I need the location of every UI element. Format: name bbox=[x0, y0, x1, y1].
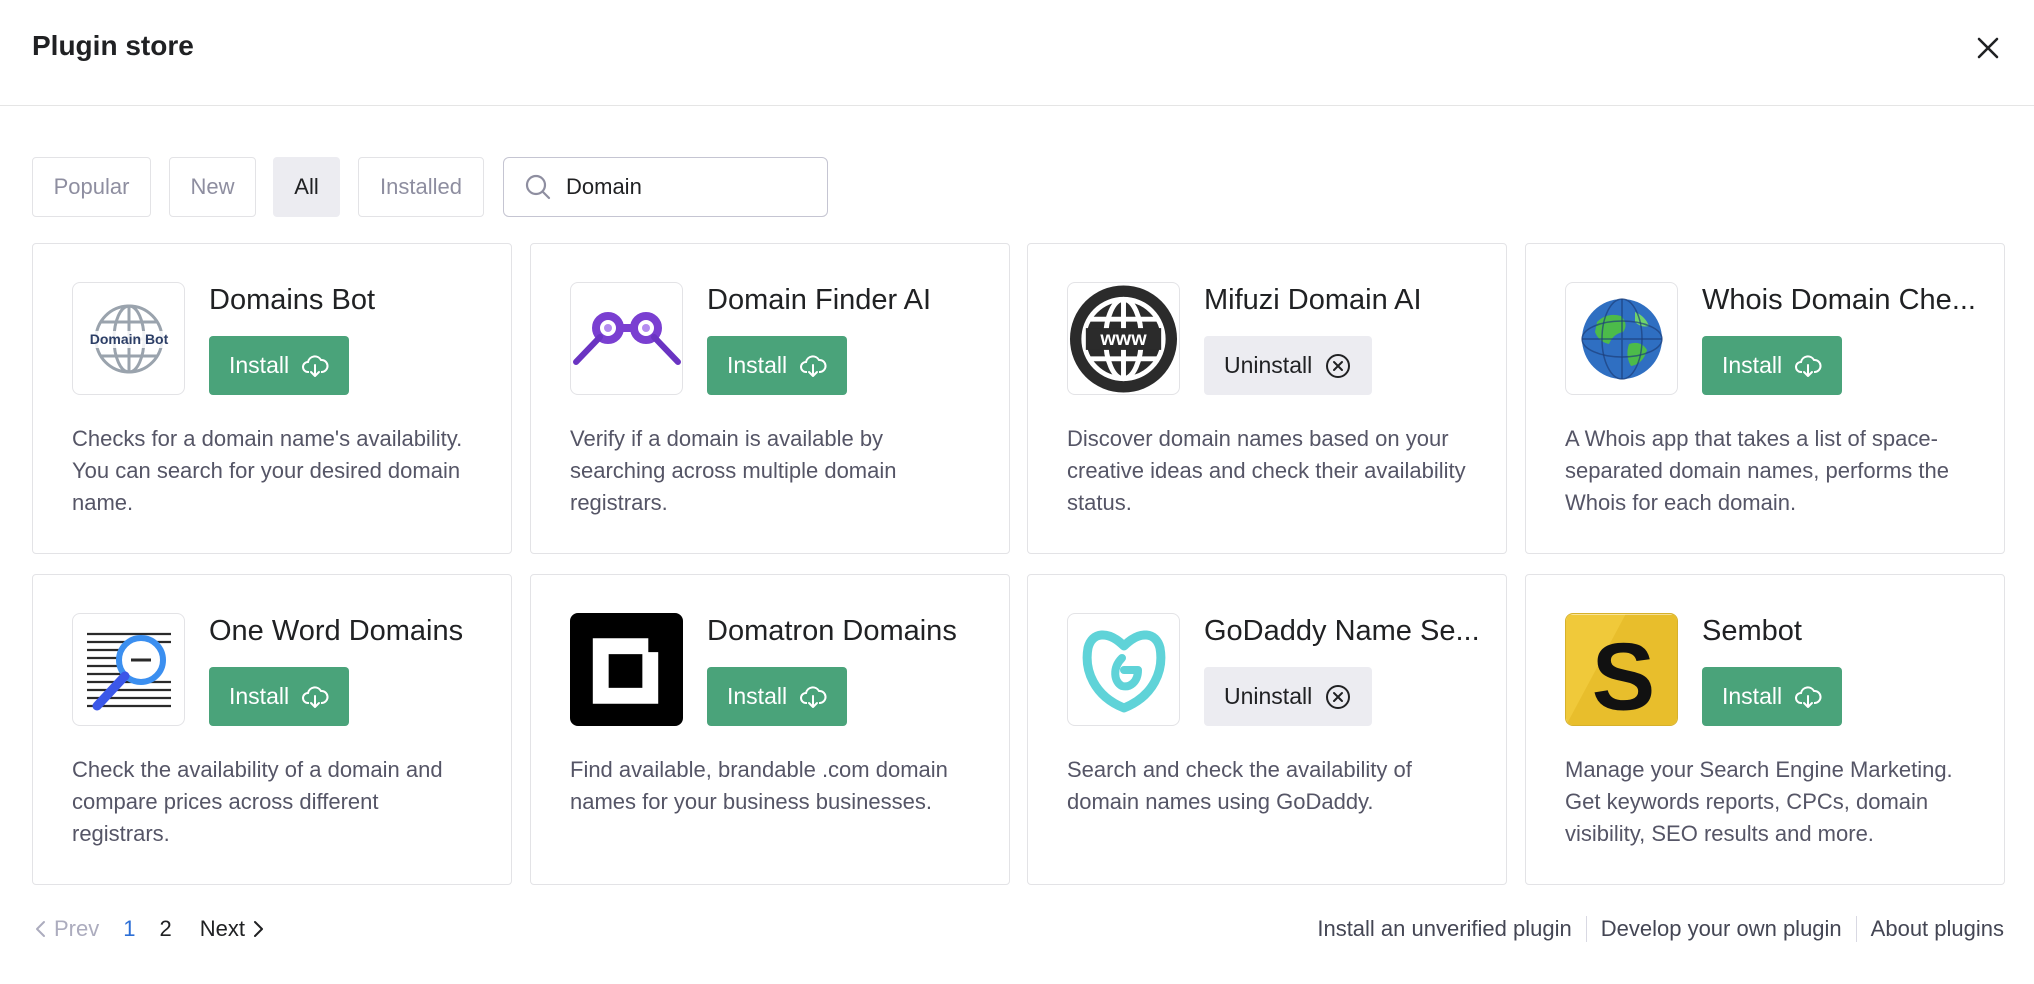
page-2-button[interactable]: 2 bbox=[160, 916, 172, 942]
divider bbox=[1585, 916, 1587, 942]
plugin-description: Check the availability of a domain and c… bbox=[72, 757, 443, 846]
button-label: Install bbox=[1722, 683, 1783, 709]
install-button[interactable]: Install bbox=[707, 667, 848, 726]
plugin-card: S Sembot Install Manage your Search Engi… bbox=[1525, 574, 2005, 885]
search-icon bbox=[525, 174, 551, 200]
plugin-card: GoDaddy Name Se... Uninstall Search and … bbox=[1027, 574, 1507, 885]
cloud-download-icon bbox=[800, 685, 827, 708]
plugin-description: A Whois app that takes a list of space-s… bbox=[1565, 426, 1949, 515]
develop-own-plugin-link[interactable]: Develop your own plugin bbox=[1601, 916, 1842, 942]
svg-text:www: www bbox=[1099, 327, 1147, 349]
plugin-description: Discover domain names based on your crea… bbox=[1067, 426, 1466, 515]
magnifier-document-icon bbox=[72, 613, 185, 726]
uninstall-button[interactable]: Uninstall bbox=[1204, 336, 1373, 395]
button-label: Uninstall bbox=[1224, 683, 1313, 709]
plugin-card: Domain Finder AI Install Verify if a dom… bbox=[530, 243, 1010, 554]
globe-domain-bot-icon: Domain Bot bbox=[72, 282, 185, 395]
plugin-card: Whois Domain Che... Install A Whois app … bbox=[1525, 243, 2005, 554]
button-label: Uninstall bbox=[1224, 352, 1313, 378]
tab-new[interactable]: New bbox=[169, 157, 256, 217]
cloud-download-icon bbox=[302, 354, 329, 377]
button-label: Install bbox=[229, 683, 290, 709]
plugin-card: Domatron Domains Install Find available,… bbox=[530, 574, 1010, 885]
tab-popular[interactable]: Popular bbox=[32, 157, 151, 217]
plugin-name: Domatron Domains bbox=[707, 615, 957, 647]
install-unverified-plugin-link[interactable]: Install an unverified plugin bbox=[1317, 916, 1571, 942]
install-button[interactable]: Install bbox=[1702, 667, 1843, 726]
plugin-description: Checks for a domain name's availability.… bbox=[72, 426, 463, 515]
install-button[interactable]: Install bbox=[1702, 336, 1843, 395]
square-frame-icon bbox=[570, 613, 683, 726]
www-globe-icon: www bbox=[1067, 282, 1180, 395]
divider bbox=[1855, 916, 1857, 942]
button-label: Install bbox=[229, 352, 290, 378]
plugin-name: Sembot bbox=[1702, 615, 1802, 647]
page-1-button[interactable]: 1 bbox=[123, 916, 135, 942]
install-button[interactable]: Install bbox=[707, 336, 848, 395]
cloud-download-icon bbox=[302, 685, 329, 708]
chevron-left-icon bbox=[36, 921, 45, 937]
footer-links: Install an unverified plugin Develop you… bbox=[1317, 913, 2004, 945]
pagination: Prev 1 2 Next bbox=[32, 913, 265, 945]
plugin-description: Find available, brandable .com domain na… bbox=[570, 757, 948, 814]
plugin-card: Domain Bot Domains Bot Install Checks fo… bbox=[32, 243, 512, 554]
earth-globe-icon bbox=[1565, 282, 1678, 395]
next-label: Next bbox=[199, 916, 245, 941]
plugin-name: Whois Domain Che... bbox=[1702, 284, 1976, 316]
button-label: Install bbox=[1722, 352, 1783, 378]
svg-text:Domain Bot: Domain Bot bbox=[89, 331, 168, 347]
modal-header: Plugin store bbox=[0, 0, 2034, 106]
install-button[interactable]: Install bbox=[209, 336, 350, 395]
modal-title: Plugin store bbox=[32, 30, 194, 61]
plugin-description: Search and check the availability of dom… bbox=[1067, 757, 1412, 814]
uninstall-button[interactable]: Uninstall bbox=[1204, 667, 1373, 726]
plugin-description: Verify if a domain is available by searc… bbox=[570, 426, 897, 515]
cloud-download-icon bbox=[1795, 685, 1822, 708]
circle-x-icon bbox=[1326, 353, 1351, 378]
button-label: Install bbox=[727, 352, 788, 378]
button-label: Install bbox=[727, 683, 788, 709]
close-icon[interactable] bbox=[1968, 28, 2008, 68]
plugin-card: One Word Domains Install Check the avail… bbox=[32, 574, 512, 885]
search-box[interactable] bbox=[503, 157, 828, 217]
tab-installed[interactable]: Installed bbox=[358, 157, 484, 217]
sembot-s-icon: S bbox=[1565, 613, 1678, 726]
plugin-description: Manage your Search Engine Marketing. Get… bbox=[1565, 757, 1953, 846]
about-plugins-link[interactable]: About plugins bbox=[1871, 916, 2004, 942]
prev-label: Prev bbox=[54, 916, 100, 941]
plugin-card: www Mifuzi Domain AI Uninstall Discover … bbox=[1027, 243, 1507, 554]
svg-text:S: S bbox=[1592, 624, 1655, 725]
plugin-name: Mifuzi Domain AI bbox=[1204, 284, 1422, 316]
chevron-right-icon bbox=[254, 921, 263, 937]
cloud-download-icon bbox=[800, 354, 827, 377]
plugin-name: GoDaddy Name Se... bbox=[1204, 615, 1480, 647]
godaddy-g-icon bbox=[1067, 613, 1180, 726]
plugin-name: Domain Finder AI bbox=[707, 284, 932, 316]
plugin-name: Domains Bot bbox=[209, 284, 376, 316]
install-button[interactable]: Install bbox=[209, 667, 350, 726]
cloud-download-icon bbox=[1795, 354, 1822, 377]
prev-page-button[interactable]: Prev bbox=[32, 916, 99, 942]
search-input[interactable] bbox=[566, 174, 806, 200]
tab-all[interactable]: All bbox=[273, 157, 340, 217]
next-page-button[interactable]: Next bbox=[200, 916, 265, 942]
circle-x-icon bbox=[1326, 684, 1351, 709]
plugin-name: One Word Domains bbox=[209, 615, 464, 647]
binoculars-icon bbox=[570, 282, 683, 395]
